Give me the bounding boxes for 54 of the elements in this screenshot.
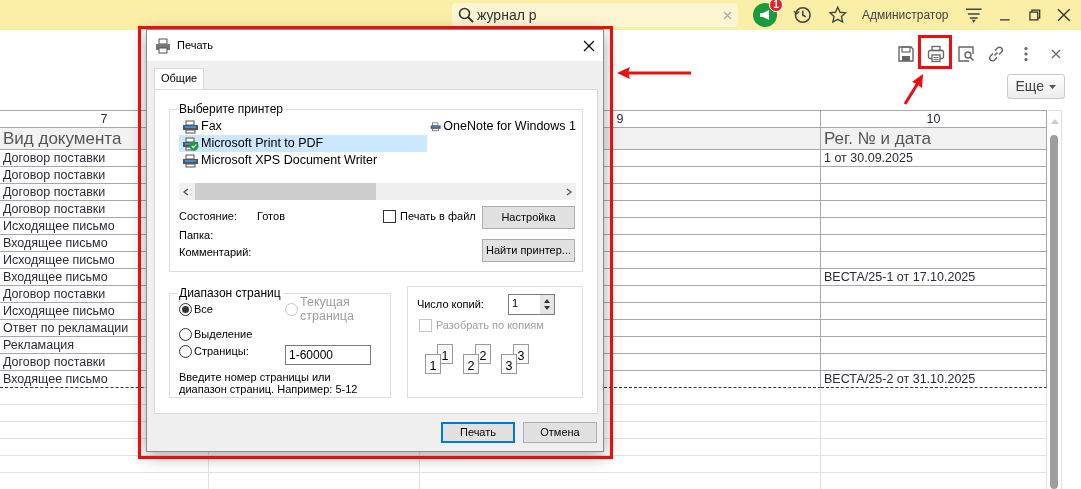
- checkbox-box[interactable]: [383, 210, 396, 223]
- checkbox-label: Разобрать по копиям: [435, 319, 544, 333]
- dialog-title: Печать: [177, 38, 214, 53]
- copies-field[interactable]: 1: [507, 294, 555, 315]
- printer-icon: [182, 153, 199, 168]
- scrollbar-thumb[interactable]: [1050, 135, 1058, 489]
- horizontal-scrollbar[interactable]: [179, 183, 576, 200]
- column-number: 10: [821, 110, 1047, 128]
- column-header: Рег. № и дата: [821, 128, 1047, 150]
- setup-button[interactable]: Настройка: [482, 206, 575, 229]
- restore-icon[interactable]: [1027, 8, 1042, 22]
- find-printer-button[interactable]: Найти принтер...: [482, 239, 575, 262]
- more-button[interactable]: Еще: [1006, 74, 1065, 99]
- radio-button[interactable]: [179, 303, 192, 317]
- printer-icon: [182, 119, 199, 134]
- search-field[interactable]: журнал р: [452, 3, 738, 27]
- status-value: Готов: [257, 209, 286, 224]
- close-icon[interactable]: [1057, 8, 1071, 22]
- table-cell: ВЕСТА/25-1 от 17.10.2025: [821, 269, 1047, 286]
- radio-button[interactable]: [179, 344, 192, 358]
- scrollbar-thumb[interactable]: [195, 183, 376, 200]
- printer-item[interactable]: Microsoft Print to PDF: [179, 135, 427, 152]
- radio-label: Текущая страница: [300, 296, 355, 324]
- print-icon[interactable]: [927, 45, 945, 63]
- spinner-arrows-icon[interactable]: [539, 295, 554, 314]
- page-range-field[interactable]: 1-60000: [285, 344, 371, 365]
- page-sheet: 1: [424, 354, 441, 375]
- megaphone-icon: [757, 8, 772, 22]
- highlight-frame: [918, 35, 952, 69]
- search-icon: [458, 7, 474, 23]
- page-sheet: 2: [462, 354, 479, 375]
- close-icon[interactable]: [583, 39, 595, 52]
- checkbox-label[interactable]: Печать в файл: [400, 210, 476, 224]
- search-text: журнал р: [477, 6, 537, 24]
- user-name[interactable]: Администратор: [861, 7, 949, 23]
- arrow: [903, 74, 925, 106]
- caret-icon: [1049, 84, 1056, 89]
- table-cell: ВЕСТА/25-2 от 31.10.2025: [821, 371, 1047, 388]
- scrollbar[interactable]: [1048, 110, 1062, 489]
- star-icon[interactable]: [828, 5, 848, 25]
- menu-icon[interactable]: [964, 6, 983, 24]
- print-button[interactable]: Печать: [441, 422, 515, 443]
- preview-icon[interactable]: [957, 45, 975, 63]
- cancel-button[interactable]: Отмена: [523, 422, 597, 443]
- link-icon[interactable]: [987, 45, 1005, 63]
- save-icon[interactable]: [897, 45, 915, 63]
- radio-button[interactable]: [179, 327, 192, 341]
- printer-icon: [430, 119, 442, 134]
- table-cell: 1 от 30.09.2025: [821, 150, 1047, 167]
- tab[interactable]: Общие: [154, 68, 205, 89]
- printer-icon: [155, 37, 171, 54]
- copies-label: Число копий:: [416, 297, 485, 312]
- history-icon[interactable]: [792, 5, 813, 25]
- page-sheet: 3: [500, 354, 517, 375]
